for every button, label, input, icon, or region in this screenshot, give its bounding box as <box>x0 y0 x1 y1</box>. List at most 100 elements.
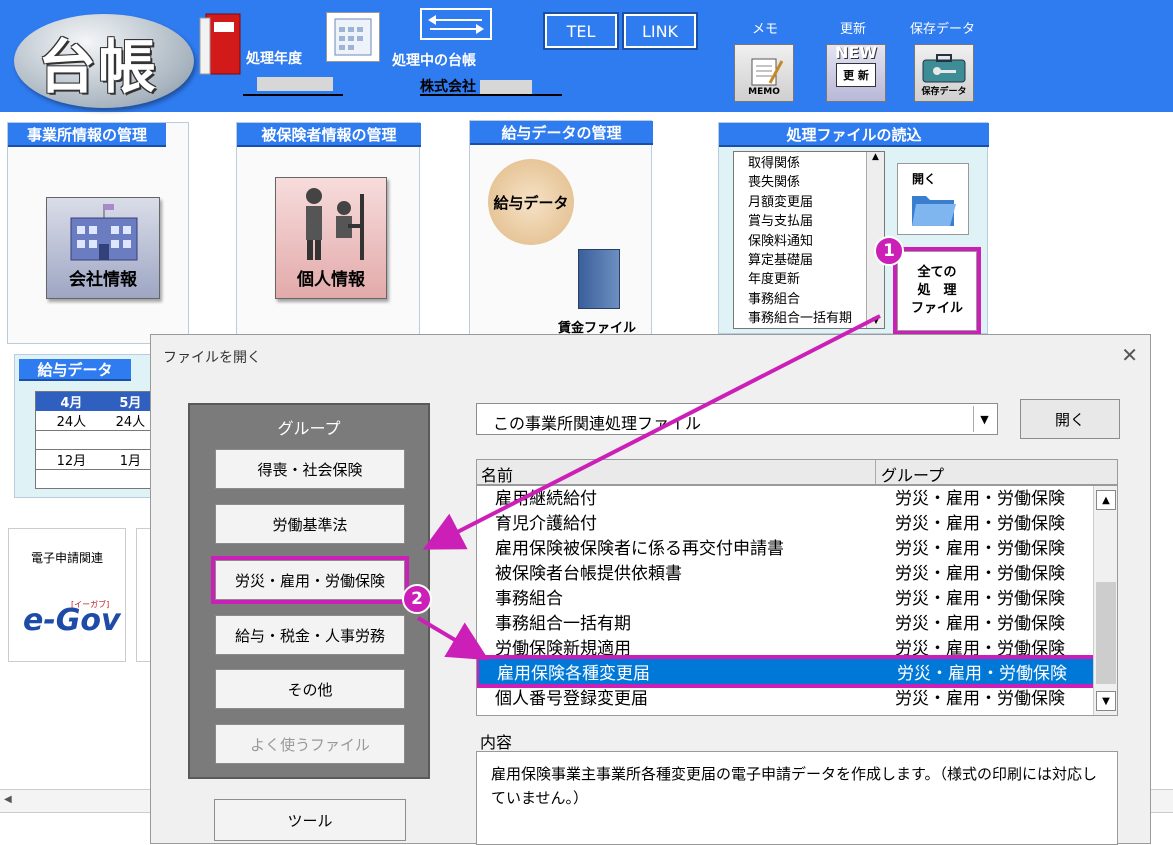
process-file-item[interactable]: 算定基礎届 <box>748 251 884 270</box>
file-scope-combo[interactable]: この事業所関連処理ファイル ▼ <box>476 403 998 435</box>
count-cell: 24人 <box>56 415 87 430</box>
personal-info-button[interactable]: 個人情報 <box>275 177 387 299</box>
list-header: 名前 グループ <box>476 459 1118 485</box>
file-row[interactable]: 個人番号登録変更届 労災・雇用・労働保険 <box>477 684 1097 709</box>
swap-icon[interactable] <box>420 8 492 40</box>
office-panel: 事業所情報の管理 会社情報 <box>7 122 189 344</box>
insured-panel-title: 被保険者情報の管理 <box>237 123 421 147</box>
group-button-labor-standards[interactable]: 労働基準法 <box>215 504 405 544</box>
file-row[interactable]: 雇用保険被保険者に係る再交付申請書 労災・雇用・労働保険 <box>477 534 1097 559</box>
file-row[interactable]: 雇用継続給付 労災・雇用・労働保険 <box>477 486 1097 509</box>
content-label: 内容 <box>480 733 513 752</box>
file-row[interactable]: 労働保険新規適用 労災・雇用・労働保険 <box>477 634 1097 659</box>
process-file-item[interactable]: 月額変更届 <box>748 193 884 212</box>
process-file-item[interactable]: 事務組合 <box>748 290 884 309</box>
group-button-labor-insurance[interactable]: 労災・雇用・労働保険 <box>211 556 409 604</box>
group-heading: グループ <box>277 419 341 438</box>
save-icon-text: 保存データ <box>921 87 967 97</box>
file-row-group: 労災・雇用・労働保険 <box>895 489 1065 509</box>
file-row-group: 労災・雇用・労働保険 <box>895 514 1065 534</box>
group-button-payroll-tax[interactable]: 給与・税金・人事労務 <box>215 615 405 655</box>
all-files-label-1: 全ての <box>917 265 957 280</box>
egov-label: 電子申請関連 <box>31 551 104 565</box>
salary-data-label: 給与データ <box>493 193 569 212</box>
file-row-group: 労災・雇用・労働保険 <box>897 664 1067 684</box>
company-name: 株式会社 <box>420 79 476 95</box>
tools-button[interactable]: ツール <box>214 799 406 841</box>
scroll-thumb[interactable] <box>1096 582 1116 684</box>
all-files-label-2: 処 理 <box>917 283 957 298</box>
file-row-name: 雇用保険各種変更届 <box>497 664 650 684</box>
file-row-group: 労災・雇用・労働保険 <box>895 614 1065 634</box>
file-row-group: 労災・雇用・労働保険 <box>895 539 1065 559</box>
combo-value: この事業所関連処理ファイル <box>493 414 702 433</box>
salary-data-button[interactable]: 給与データ <box>488 159 574 245</box>
process-file-list[interactable]: 取得関係 喪失関係 月額変更届 賞与支払届 保険料通知 算定基礎届 年度更新 事務組合 事務組合… <box>733 151 885 329</box>
file-row[interactable]: 事務組合 労災・雇用・労働保険 <box>477 584 1097 609</box>
content-description: 雇用保険事業主事業所各種変更届の電子申請データを作成します。（様式の印刷には対応… <box>476 751 1118 845</box>
people-icon <box>306 188 364 260</box>
month-cell[interactable]: 4月 <box>36 392 107 411</box>
group-button-favorites[interactable]: よく使うファイル <box>215 724 405 764</box>
file-row-name: 事務組合 <box>495 589 563 609</box>
process-file-item[interactable]: 保険料通知 <box>748 232 884 251</box>
file-row[interactable]: 育児介護給付 労災・雇用・労働保険 <box>477 509 1097 534</box>
salary-panel: 給与データの管理 給与データ 賃金ファイル <box>469 120 653 336</box>
scroll-up-icon[interactable]: ▲ <box>867 152 884 162</box>
open-file-button[interactable]: 開く <box>897 163 969 235</box>
update-button[interactable]: NEW 更 新 <box>826 43 886 102</box>
wage-file-icon[interactable] <box>578 249 620 309</box>
file-row-selected[interactable]: 雇用保険各種変更届 労災・雇用・労働保険 <box>477 655 1097 688</box>
process-file-item[interactable]: 取得関係 <box>748 154 884 173</box>
process-files-panel: 処理ファイルの読込 取得関係 喪失関係 月額変更届 賞与支払届 保険料通知 算定基礎届 年度… <box>718 122 989 335</box>
link-button[interactable]: LINK <box>622 12 698 50</box>
dropdown-arrow-icon[interactable]: ▼ <box>973 406 995 432</box>
list-scrollbar[interactable]: ▲ ▼ <box>1093 486 1117 715</box>
group-button-social-insurance[interactable]: 得喪・社会保険 <box>215 449 405 489</box>
file-row-group: 労災・雇用・労働保険 <box>895 589 1065 609</box>
year-label: 処理年度 <box>246 51 302 67</box>
process-file-item[interactable]: 喪失関係 <box>748 173 884 192</box>
scroll-down-icon[interactable]: ▼ <box>867 316 885 326</box>
dialog-title: ファイルを開く <box>163 350 261 366</box>
file-row-name: 雇用保険被保険者に係る再交付申請書 <box>495 539 784 559</box>
open-file-dialog: ファイルを開く ✕ グループ 得喪・社会保険 労働基準法 労災・雇用・労働保険 … <box>150 334 1151 845</box>
year-value[interactable] <box>243 76 343 96</box>
close-icon[interactable]: ✕ <box>1121 343 1138 367</box>
company-info-button[interactable]: 会社情報 <box>46 197 160 299</box>
folder-icon <box>912 196 956 226</box>
ledger-value[interactable]: 株式会社 <box>420 76 562 96</box>
process-file-item[interactable]: 事務組合一括有期 <box>748 309 884 328</box>
month-cell[interactable]: 12月 <box>36 450 107 469</box>
process-file-item[interactable]: 年度更新 <box>748 270 884 289</box>
memo-icon <box>751 58 784 86</box>
file-row[interactable]: 事務組合一括有期 労災・雇用・労働保険 <box>477 609 1097 634</box>
file-row[interactable]: 被保険者台帳提供依頼書 労災・雇用・労働保険 <box>477 559 1097 584</box>
month-cell[interactable]: 5月 <box>107 392 154 411</box>
scroll-up-icon[interactable]: ▲ <box>1096 490 1116 510</box>
salary-summary-panel: 給与データ 4月 5月 24人 24人 12月 1月 <box>14 354 155 498</box>
col-header-group[interactable]: グループ <box>881 462 944 486</box>
col-header-name[interactable]: 名前 <box>481 462 513 486</box>
month-cell[interactable]: 1月 <box>107 450 154 469</box>
building-icon <box>70 204 138 261</box>
binder-icon <box>198 12 244 76</box>
memo-button[interactable]: MEMO <box>734 44 794 102</box>
file-row-group: 労災・雇用・労働保険 <box>895 564 1065 584</box>
open-file-label: 開く <box>912 172 937 186</box>
file-row-group: 労災・雇用・労働保険 <box>895 689 1065 709</box>
scroll-down-icon[interactable]: ▼ <box>1096 691 1116 711</box>
file-list[interactable]: 雇用継続給付 労災・雇用・労働保険 育児介護給付 労災・雇用・労働保険 雇用保険被保険者… <box>476 485 1118 716</box>
egov-panel[interactable]: 電子申請関連 e-Gov [イーガブ] <box>8 528 126 662</box>
calendar-icon <box>326 12 380 62</box>
open-button[interactable]: 開く <box>1020 399 1120 439</box>
all-files-button[interactable]: 全ての 処 理 ファイル <box>893 247 981 335</box>
update-icon: 更 新 <box>836 63 876 87</box>
save-data-button[interactable]: 保存データ <box>914 44 974 102</box>
process-file-item[interactable]: 賞与支払届 <box>748 212 884 231</box>
personal-info-label: 個人情報 <box>297 270 365 290</box>
group-button-other[interactable]: その他 <box>215 669 405 709</box>
scroll-left-icon[interactable]: ◀ <box>4 794 12 805</box>
tel-button[interactable]: TEL <box>543 12 619 50</box>
process-files-title: 処理ファイルの読込 <box>719 123 989 147</box>
